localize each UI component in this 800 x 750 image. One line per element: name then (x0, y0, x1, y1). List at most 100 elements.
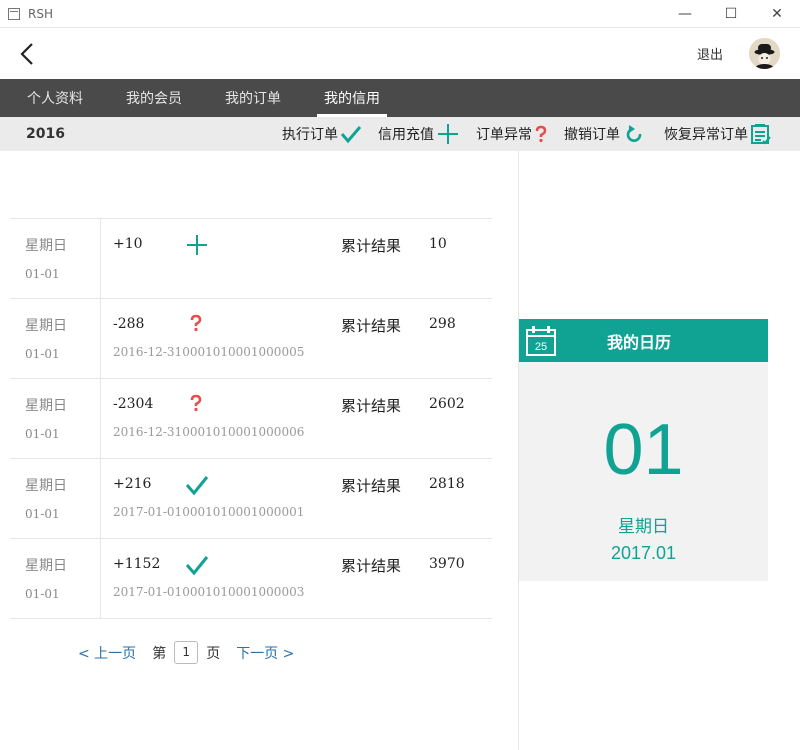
window-controls: — ☐ ✕ (662, 0, 800, 28)
status-icon (185, 473, 209, 501)
plus-icon (187, 235, 207, 255)
order-id: 2017-01-010001010001000003 (113, 585, 305, 599)
cumulative-label: 累计结果 (341, 397, 402, 415)
weekday-label: 星期日 (25, 398, 67, 414)
cumulative-value: 298 (429, 316, 456, 332)
order-id: 2016-12-310001010001000005 (113, 345, 305, 359)
date-cell: 星期日 01-01 (10, 459, 101, 538)
question-icon (190, 394, 202, 412)
list-item: 星期日 01-01 -2304 2016-12-3100010100010000… (10, 379, 492, 459)
credit-record-panel: 星期日 01-01 +10 累计结果 10 星期日 01-01 -288 201… (0, 151, 519, 750)
page-number-input[interactable]: 1 (174, 641, 199, 664)
weekday-label: 星期日 (25, 318, 67, 334)
tab-orders[interactable]: 我的订单 (218, 79, 288, 117)
list-item: 星期日 01-01 -288 2016-12-31000101000100000… (10, 299, 492, 379)
date-cell: 星期日 01-01 (10, 539, 101, 618)
date-cell: 星期日 01-01 (10, 219, 101, 298)
list-item: 星期日 01-01 +10 累计结果 10 (10, 219, 492, 299)
action-label: 订单异常 (476, 127, 532, 143)
cumulative-value: 2602 (429, 396, 465, 412)
cumulative-label: 累计结果 (341, 477, 402, 495)
weekday-label: 星期日 (25, 558, 67, 574)
user-avatar-icon (749, 38, 780, 69)
date-label: 01-01 (25, 267, 60, 281)
page-prefix: 第 (152, 645, 167, 662)
chevron-left-icon (20, 42, 33, 65)
pagination: < 上一页 第 1 页 下一页 > (78, 641, 294, 664)
page-suffix: 页 (206, 645, 221, 662)
calendar-body: 01 星期日 2017.01 (519, 362, 768, 581)
avatar[interactable] (749, 38, 780, 69)
order-id: 2017-01-010001010001000001 (113, 505, 305, 519)
date-label: 01-01 (25, 587, 60, 601)
list-item: 星期日 01-01 +216 2017-01-01000101000100000… (10, 459, 492, 539)
record-content: -2304 2016-12-310001010001000006 累计结果 26… (101, 379, 492, 458)
cumulative-value: 3970 (429, 556, 465, 572)
action-restore-exception-order[interactable]: 恢复异常订单 (664, 123, 772, 145)
amount-value: -288 (113, 316, 145, 332)
window-titlebar: RSH — ☐ ✕ (0, 0, 800, 28)
date-label: 01-01 (25, 507, 60, 521)
cumulative-label: 累计结果 (341, 557, 402, 575)
question-icon (535, 125, 547, 143)
calendar-year-month: 2017.01 (610, 543, 677, 563)
legend-actions: 执行订单 信用充值 订单异常 撤销订单 恢复异常订单 (266, 123, 800, 145)
plus-icon (438, 124, 458, 144)
check-icon (185, 476, 209, 496)
action-credit-recharge[interactable]: 信用充值 (378, 123, 460, 145)
main-area: 星期日 01-01 +10 累计结果 10 星期日 01-01 -288 201… (0, 151, 800, 750)
window-title: RSH (28, 6, 53, 21)
action-label: 信用充值 (378, 127, 434, 143)
logout-link[interactable]: 退出 (697, 44, 723, 63)
amount-value: +1152 (113, 556, 161, 572)
calendar-day: 01 (603, 410, 684, 490)
action-order-exception[interactable]: 订单异常 (476, 124, 548, 144)
credit-toolbar: 2016 执行订单 信用充值 订单异常 撤销订单 恢复异常订单 (0, 117, 800, 151)
amount-value: +216 (113, 476, 152, 492)
year-label: 2016 (26, 126, 65, 142)
cumulative-label: 累计结果 (341, 317, 402, 335)
weekday-label: 星期日 (25, 478, 67, 494)
action-label: 撤销订单 (564, 127, 620, 143)
calendar-card: 25 我的日历 01 星期日 2017.01 (519, 319, 768, 581)
credit-record-list: 星期日 01-01 +10 累计结果 10 星期日 01-01 -288 201… (10, 218, 492, 619)
prev-page-link[interactable]: < 上一页 (78, 643, 136, 663)
cumulative-label: 累计结果 (341, 237, 402, 255)
weekday-label: 星期日 (25, 238, 67, 254)
date-label: 01-01 (25, 347, 60, 361)
order-id: 2016-12-310001010001000006 (113, 425, 305, 439)
cumulative-value: 2818 (429, 476, 465, 492)
tab-profile[interactable]: 个人资料 (20, 79, 90, 117)
record-content: +216 2017-01-010001010001000001 累计结果 281… (101, 459, 492, 538)
cumulative-value: 10 (429, 236, 447, 252)
check-icon (185, 556, 209, 576)
date-label: 01-01 (25, 427, 60, 441)
record-content: +10 累计结果 10 (101, 219, 492, 298)
calendar-panel: 25 我的日历 01 星期日 2017.01 (519, 151, 800, 750)
record-content: +1152 2017-01-010001010001000003 累计结果 39… (101, 539, 492, 618)
tab-credit[interactable]: 我的信用 (317, 79, 387, 117)
calendar-icon: 25 (526, 325, 556, 356)
calendar-icon-number: 25 (535, 341, 547, 353)
action-execute-order[interactable]: 执行订单 (282, 123, 362, 145)
status-icon (185, 233, 209, 261)
tab-membership[interactable]: 我的会员 (119, 79, 189, 117)
calendar-header: 25 我的日历 (519, 319, 768, 362)
minimize-button[interactable]: — (662, 0, 708, 28)
amount-value: +10 (113, 236, 143, 252)
action-cancel-order[interactable]: 撤销订单 (564, 124, 648, 144)
next-page-link[interactable]: 下一页 > (236, 643, 294, 663)
maximize-button[interactable]: ☐ (708, 0, 754, 28)
tab-bar: 个人资料 我的会员 我的订单 我的信用 (0, 79, 800, 117)
calendar-title: 我的日历 (607, 332, 672, 352)
amount-value: -2304 (113, 396, 154, 412)
question-icon (190, 314, 202, 332)
app-header: 退出 (0, 28, 800, 79)
back-button[interactable] (20, 39, 44, 69)
calendar-weekday: 星期日 (618, 517, 669, 537)
action-label: 恢复异常订单 (664, 127, 748, 143)
status-icon (189, 313, 203, 337)
date-cell: 星期日 01-01 (10, 299, 101, 378)
close-button[interactable]: ✕ (754, 0, 800, 28)
check-icon (340, 126, 362, 144)
